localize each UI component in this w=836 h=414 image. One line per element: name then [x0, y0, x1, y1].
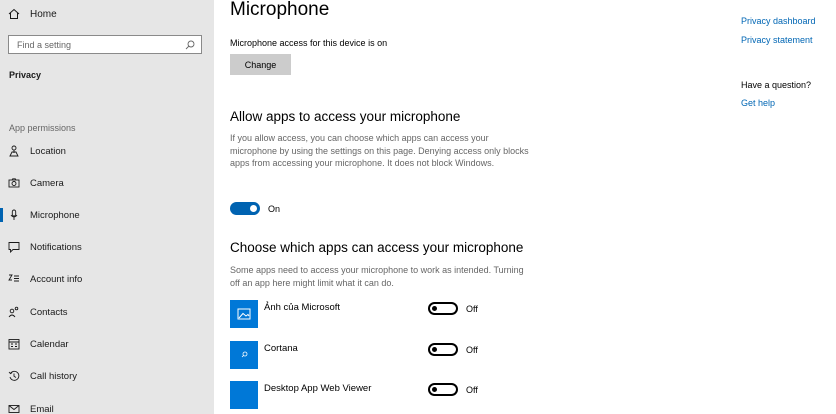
calendar-icon [8, 339, 20, 350]
search-icon[interactable] [185, 40, 195, 50]
get-help-link[interactable]: Get help [741, 98, 775, 108]
contacts-icon [8, 306, 19, 318]
notifications-icon [8, 242, 20, 253]
sidebar-item-account-info[interactable]: Account info [0, 267, 214, 291]
home-label: Home [30, 8, 57, 20]
choose-apps-heading: Choose which apps can access your microp… [230, 240, 524, 255]
location-icon [9, 145, 19, 157]
home-nav-item[interactable]: Home [8, 6, 57, 22]
microphone-icon [10, 209, 18, 220]
sidebar-item-email[interactable]: Email [0, 397, 214, 414]
sidebar-item-call-history[interactable]: Call history [0, 364, 214, 388]
sidebar-item-camera[interactable]: Camera [0, 171, 214, 195]
help-question: Have a question? [741, 80, 812, 90]
web-viewer-app-toggle[interactable] [428, 383, 458, 396]
page-title: Microphone [230, 0, 330, 20]
sidebar-item-calendar[interactable]: Calendar [0, 332, 214, 356]
sidebar-item-label: Camera [30, 177, 64, 189]
sidebar-item-location[interactable]: Location [0, 139, 214, 163]
privacy-statement-link[interactable]: Privacy statement [741, 35, 813, 45]
sidebar-item-label: Account info [30, 273, 83, 285]
group-label: App permissions [9, 123, 76, 133]
cortana-app-toggle[interactable] [428, 343, 458, 356]
photos-app-toggle[interactable] [428, 302, 458, 315]
sidebar-item-label: Email [30, 403, 54, 414]
privacy-dashboard-link[interactable]: Privacy dashboard [741, 16, 816, 26]
sidebar-item-label: Call history [30, 370, 77, 382]
sidebar-item-label: Contacts [30, 306, 68, 318]
web-viewer-icon [237, 388, 251, 402]
allow-apps-toggle[interactable] [230, 202, 260, 215]
sidebar-item-label: Location [30, 145, 66, 157]
photos-icon [237, 308, 251, 320]
app-toggle-label: Off [466, 345, 478, 355]
allow-apps-heading: Allow apps to access your microphone [230, 109, 461, 124]
app-name: Ảnh của Microsoft [264, 302, 341, 313]
search-box[interactable] [8, 35, 202, 54]
photos-app-tile [230, 300, 258, 328]
device-access-status: Microphone access for this device is on [230, 38, 388, 48]
email-icon [8, 405, 20, 413]
section-title: Privacy [9, 70, 42, 80]
sidebar-item-label: Notifications [30, 241, 82, 253]
sidebar-item-label: Microphone [30, 209, 80, 221]
web-viewer-app-tile [230, 381, 258, 409]
sidebar: Home Privacy App permissions Location Ca… [0, 0, 214, 414]
camera-icon [8, 178, 20, 188]
main-content: Microphone Microphone access for this de… [214, 0, 734, 414]
sidebar-item-microphone[interactable]: Microphone [0, 203, 214, 227]
related-links-panel: Privacy dashboard Privacy statement Have… [734, 0, 836, 414]
app-toggle-label: Off [466, 304, 478, 314]
app-name: Cortana [264, 343, 298, 354]
allow-apps-description: If you allow access, you can choose whic… [230, 133, 529, 168]
search-input[interactable] [17, 39, 185, 50]
change-button[interactable]: Change [230, 54, 291, 75]
call-history-icon [8, 370, 20, 381]
home-icon [8, 8, 20, 19]
account-info-icon [8, 274, 19, 282]
sidebar-item-notifications[interactable]: Notifications [0, 235, 214, 259]
sidebar-item-contacts[interactable]: Contacts [0, 300, 214, 324]
cortana-icon [241, 351, 248, 358]
app-toggle-label: Off [466, 385, 478, 395]
allow-apps-toggle-label: On [268, 204, 281, 214]
choose-apps-description: Some apps need to access your microphone… [230, 265, 524, 288]
cortana-app-tile [230, 341, 258, 369]
app-name: Desktop App Web Viewer [264, 383, 372, 394]
sidebar-item-label: Calendar [30, 338, 69, 350]
